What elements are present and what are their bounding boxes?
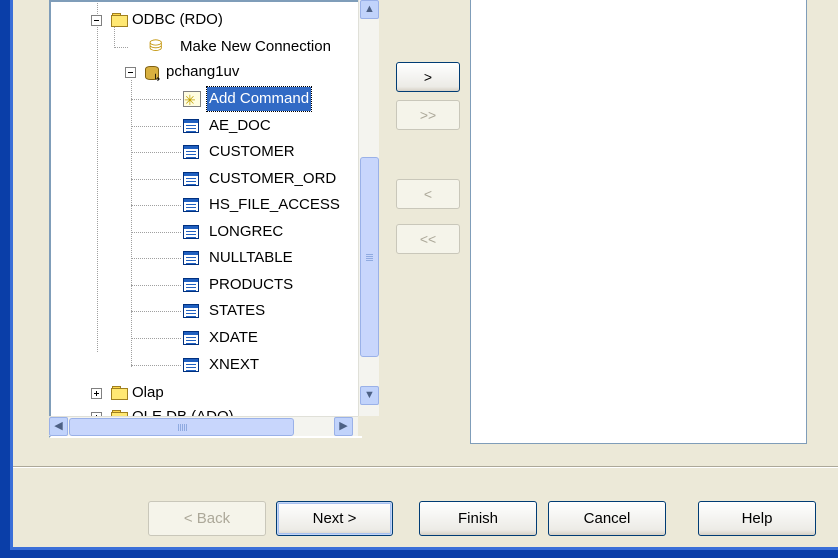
tree-node-label: PRODUCTS bbox=[209, 276, 294, 293]
window-frame-left bbox=[0, 0, 10, 558]
scroll-down-button[interactable]: ▼ bbox=[360, 386, 379, 405]
tree-vertical-scrollbar[interactable]: ▲ ▼ bbox=[358, 0, 379, 416]
folder-icon bbox=[111, 386, 129, 400]
tree-connector-line bbox=[131, 258, 181, 259]
table-icon bbox=[183, 145, 199, 159]
back-button[interactable]: < Back bbox=[148, 501, 266, 536]
table-icon bbox=[183, 119, 199, 133]
tree-connector-line bbox=[131, 80, 132, 367]
tree-connector-line bbox=[131, 311, 181, 312]
add-command-icon bbox=[183, 88, 201, 112]
next-button[interactable]: Next > bbox=[276, 501, 393, 536]
tree-node-label: LONGREC bbox=[209, 223, 284, 240]
table-icon bbox=[183, 251, 199, 265]
table-icon bbox=[183, 278, 199, 292]
available-data-sources-tree[interactable]: ODBC (RDO) ⛁ Make New Connection ↳ pchan… bbox=[49, 0, 362, 438]
tree-node-label: AE_DOC bbox=[209, 117, 271, 134]
add-selected-button[interactable]: > bbox=[396, 62, 460, 92]
database-icon: ↳ bbox=[145, 64, 161, 84]
tree-connector-line bbox=[114, 47, 128, 48]
tree-node-label: Olap bbox=[132, 384, 164, 401]
table-icon bbox=[183, 198, 199, 212]
tree-node-label: CUSTOMER_ORD bbox=[209, 170, 337, 187]
tree-connector-line bbox=[131, 338, 181, 339]
tree-connector-line bbox=[131, 365, 181, 366]
scroll-right-button[interactable]: ▶ bbox=[334, 417, 353, 436]
dialog-separator bbox=[13, 466, 838, 468]
finish-button[interactable]: Finish bbox=[419, 501, 537, 536]
help-button[interactable]: Help bbox=[698, 501, 816, 536]
tree-connector-line bbox=[131, 205, 181, 206]
remove-selected-button[interactable]: < bbox=[396, 179, 460, 209]
table-icon bbox=[183, 331, 199, 345]
selected-tables-list[interactable] bbox=[470, 0, 807, 444]
folder-icon bbox=[111, 13, 129, 27]
window-frame-bottom bbox=[0, 550, 838, 558]
tree-node-label: STATES bbox=[209, 302, 266, 319]
tree-node-label: HS_FILE_ACCESS bbox=[209, 196, 340, 213]
table-icon bbox=[183, 225, 199, 239]
tree-connector-line bbox=[131, 152, 181, 153]
vertical-scroll-thumb[interactable] bbox=[360, 157, 379, 357]
tree-node-label: CUSTOMER bbox=[209, 143, 295, 160]
tree-connector-line bbox=[131, 232, 181, 233]
tree-node-label: XDATE bbox=[209, 329, 258, 346]
tree-connector-line bbox=[131, 126, 181, 127]
tree-horizontal-scrollbar[interactable]: ◀ ▶ bbox=[49, 416, 358, 436]
table-icon bbox=[183, 304, 199, 318]
window-frame-bottom-highlight bbox=[10, 547, 838, 550]
tree-connector-line bbox=[131, 179, 181, 180]
tree-connector-line bbox=[97, 2, 98, 352]
add-all-button[interactable]: >> bbox=[396, 100, 460, 130]
grip-icon bbox=[178, 424, 187, 431]
tree-node-label: NULLTABLE bbox=[209, 249, 293, 266]
scrollbar-corner bbox=[358, 416, 379, 436]
collapse-icon[interactable] bbox=[91, 15, 102, 26]
remove-all-button[interactable]: << bbox=[396, 224, 460, 254]
collapse-icon[interactable] bbox=[125, 67, 136, 78]
horizontal-scroll-thumb[interactable] bbox=[69, 418, 294, 436]
tree-connector-line bbox=[131, 99, 181, 100]
grip-icon bbox=[366, 254, 373, 261]
tree-node-label: Add Command bbox=[205, 86, 313, 112]
window-frame-left-highlight bbox=[10, 0, 13, 558]
scroll-up-button[interactable]: ▲ bbox=[360, 0, 379, 19]
scroll-left-button[interactable]: ◀ bbox=[49, 417, 68, 436]
cancel-button[interactable]: Cancel bbox=[548, 501, 666, 536]
tree-connector-line bbox=[131, 285, 181, 286]
table-icon bbox=[183, 172, 199, 186]
new-connection-icon: ⛁ bbox=[149, 38, 163, 55]
tree-connector-line bbox=[114, 24, 115, 48]
tree-node-label: XNEXT bbox=[209, 356, 260, 373]
table-icon bbox=[183, 358, 199, 372]
expand-icon[interactable] bbox=[91, 388, 102, 399]
tree-node-label: pchang1uv bbox=[166, 63, 240, 80]
tree-node-label: Make New Connection bbox=[180, 38, 331, 55]
tree-node-label: ODBC (RDO) bbox=[132, 11, 223, 28]
